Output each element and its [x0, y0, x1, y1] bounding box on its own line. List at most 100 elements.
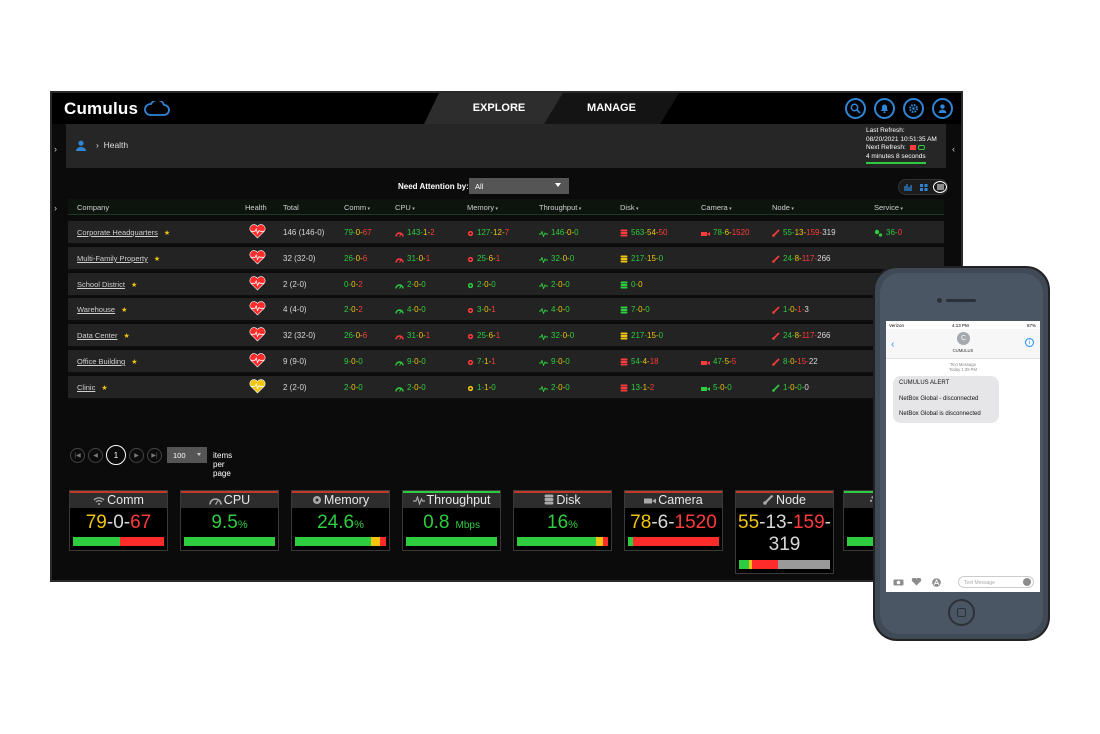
disk-cell: 7-0-0: [620, 305, 650, 316]
summary-card-cpu[interactable]: CPU 9.5%: [180, 490, 279, 551]
filter-value: All: [475, 182, 484, 191]
search-icon: [850, 103, 861, 114]
right-panel-toggle[interactable]: ‹: [952, 144, 955, 154]
current-page[interactable]: 1: [106, 445, 126, 465]
summary-card-camera[interactable]: Camera 78-6-1520: [624, 490, 723, 551]
disk-value: 0: [658, 331, 664, 341]
col-memory[interactable]: Memory ▾: [467, 203, 498, 212]
first-page-button[interactable]: |◀: [70, 448, 85, 463]
col-health[interactable]: Health: [245, 203, 267, 212]
company-link[interactable]: Multi-Family Property ★: [77, 254, 160, 263]
prev-page-button[interactable]: ◀: [88, 448, 103, 463]
col-camera[interactable]: Camera ▾: [701, 203, 732, 212]
home-button[interactable]: [948, 599, 975, 626]
cloud-icon: [144, 99, 170, 116]
disk-value: 0: [638, 279, 643, 289]
card-unit: %: [354, 519, 364, 531]
service-value: 0: [897, 228, 903, 237]
col-node[interactable]: Node ▾: [772, 203, 794, 212]
left-panel-toggle[interactable]: ›: [54, 144, 57, 154]
col-throughput[interactable]: Throughput ▾: [539, 203, 581, 212]
grid-view-button[interactable]: [917, 181, 931, 193]
message-line: NetBox Global - disconnected: [899, 395, 979, 402]
table-row[interactable]: Warehouse ★ 4 (4-0) 2-0-2 4-0-0 3-0-1 4-0-0 7-0…: [68, 298, 944, 323]
pulse-icon: [539, 333, 548, 342]
summary-card-node[interactable]: Node 55-13-159- 319: [735, 490, 834, 574]
gauge-icon: [395, 359, 404, 368]
star-icon[interactable]: ★: [154, 255, 160, 263]
star-icon[interactable]: ★: [123, 332, 129, 340]
digital-touch-icon[interactable]: [911, 578, 922, 586]
col-total[interactable]: Total: [283, 203, 299, 212]
col-cpu[interactable]: CPU ▾: [395, 203, 415, 212]
star-icon[interactable]: ★: [101, 384, 107, 392]
star-icon[interactable]: ★: [131, 358, 137, 366]
stop-refresh-icon[interactable]: [909, 145, 916, 150]
company-link[interactable]: Clinic ★: [77, 383, 108, 392]
next-page-button[interactable]: ▶: [129, 448, 144, 463]
star-icon[interactable]: ★: [121, 306, 127, 314]
refresh-icon[interactable]: [918, 145, 926, 150]
node-value: 15: [797, 357, 807, 366]
total-value: 32 (32-0): [283, 253, 316, 263]
camera-icon[interactable]: [893, 578, 904, 586]
send-icon[interactable]: [1023, 578, 1031, 586]
cpu-value: 0: [421, 305, 426, 315]
company-link[interactable]: Office Building ★: [77, 357, 138, 366]
star-icon[interactable]: ★: [164, 229, 170, 237]
throughput-cell: 32-0-0: [539, 254, 574, 265]
table-row[interactable]: Clinic ★ 2 (2-0) 2-0-0 2-0-0 1-1-0 2-0-0 13-1-2…: [68, 375, 944, 400]
star-icon[interactable]: ★: [131, 281, 137, 289]
cpu-value: 0: [421, 357, 426, 366]
message-input[interactable]: Text Message: [958, 576, 1034, 588]
summary-card-comm[interactable]: Comm 79-0-67: [69, 490, 168, 551]
app-store-icon[interactable]: [931, 578, 942, 587]
chart-view-button[interactable]: [901, 181, 915, 193]
table-row[interactable]: School District ★ 2 (2-0) 0-0-2 2-0-0 2-0-0 2-…: [68, 272, 944, 297]
list-view-button[interactable]: [933, 181, 947, 193]
tab-manage[interactable]: MANAGE: [544, 93, 679, 124]
disk-value: 563: [631, 228, 645, 237]
card-header: Node: [736, 491, 833, 508]
table-row[interactable]: Data Center ★ 32 (32-0) 26-0-6 31-0-1 25-6-1 3…: [68, 324, 944, 349]
card-progress-bar: [295, 537, 386, 546]
memory-value: 1: [495, 331, 501, 341]
profile-button[interactable]: [932, 98, 953, 119]
search-button[interactable]: [845, 98, 866, 119]
app-logo[interactable]: Cumulus: [64, 99, 170, 119]
card-progress-bar: [184, 537, 275, 546]
node-value: 0: [804, 382, 809, 392]
memory-value: 12: [493, 228, 502, 237]
summary-card-disk[interactable]: Disk 16%: [513, 490, 612, 551]
col-service[interactable]: Service ▾: [874, 203, 903, 212]
company-link[interactable]: Warehouse ★: [77, 305, 127, 314]
summary-card-throughput[interactable]: Throughput 0.8 Mbps: [402, 490, 501, 551]
card-header: Disk: [514, 491, 611, 508]
left-panel-toggle-2[interactable]: ›: [54, 203, 57, 213]
table-row[interactable]: Multi-Family Property ★ 32 (32-0) 26-0-6 31-…: [68, 246, 944, 271]
col-company[interactable]: Company: [77, 203, 109, 212]
notifications-button[interactable]: [874, 98, 895, 119]
summary-card-memory[interactable]: Memory 24.6%: [291, 490, 390, 551]
info-icon[interactable]: i: [1025, 338, 1034, 347]
card-value-part: 6: [657, 512, 669, 533]
company-link[interactable]: Data Center ★: [77, 331, 130, 340]
company-link[interactable]: Corporate Headquarters ★: [77, 228, 170, 237]
table-row[interactable]: Corporate Headquarters ★ 146 (146-0) 79-0-6…: [68, 221, 944, 245]
last-page-button[interactable]: ▶|: [147, 448, 162, 463]
comm-value: 0: [358, 382, 363, 392]
col-disk[interactable]: Disk ▾: [620, 203, 639, 212]
page-size-select[interactable]: 100: [167, 447, 207, 463]
comm-cell: 79-0-67: [344, 228, 372, 237]
card-progress-bar: [517, 537, 608, 546]
attention-filter-select[interactable]: All: [469, 178, 569, 194]
filter-label: Need Attention by:: [398, 182, 469, 191]
col-comm[interactable]: Comm ▾: [344, 203, 370, 212]
user-icon[interactable]: [75, 138, 87, 156]
company-link[interactable]: School District ★: [77, 280, 137, 289]
top-bar: Cumulus EXPLORE MANAGE: [52, 93, 961, 124]
settings-button[interactable]: [903, 98, 924, 119]
pulse-icon: [539, 359, 548, 368]
avatar[interactable]: C: [957, 332, 970, 345]
table-row[interactable]: Office Building ★ 9 (9-0) 9-0-0 9-0-0 7-1-1 9-…: [68, 350, 944, 374]
